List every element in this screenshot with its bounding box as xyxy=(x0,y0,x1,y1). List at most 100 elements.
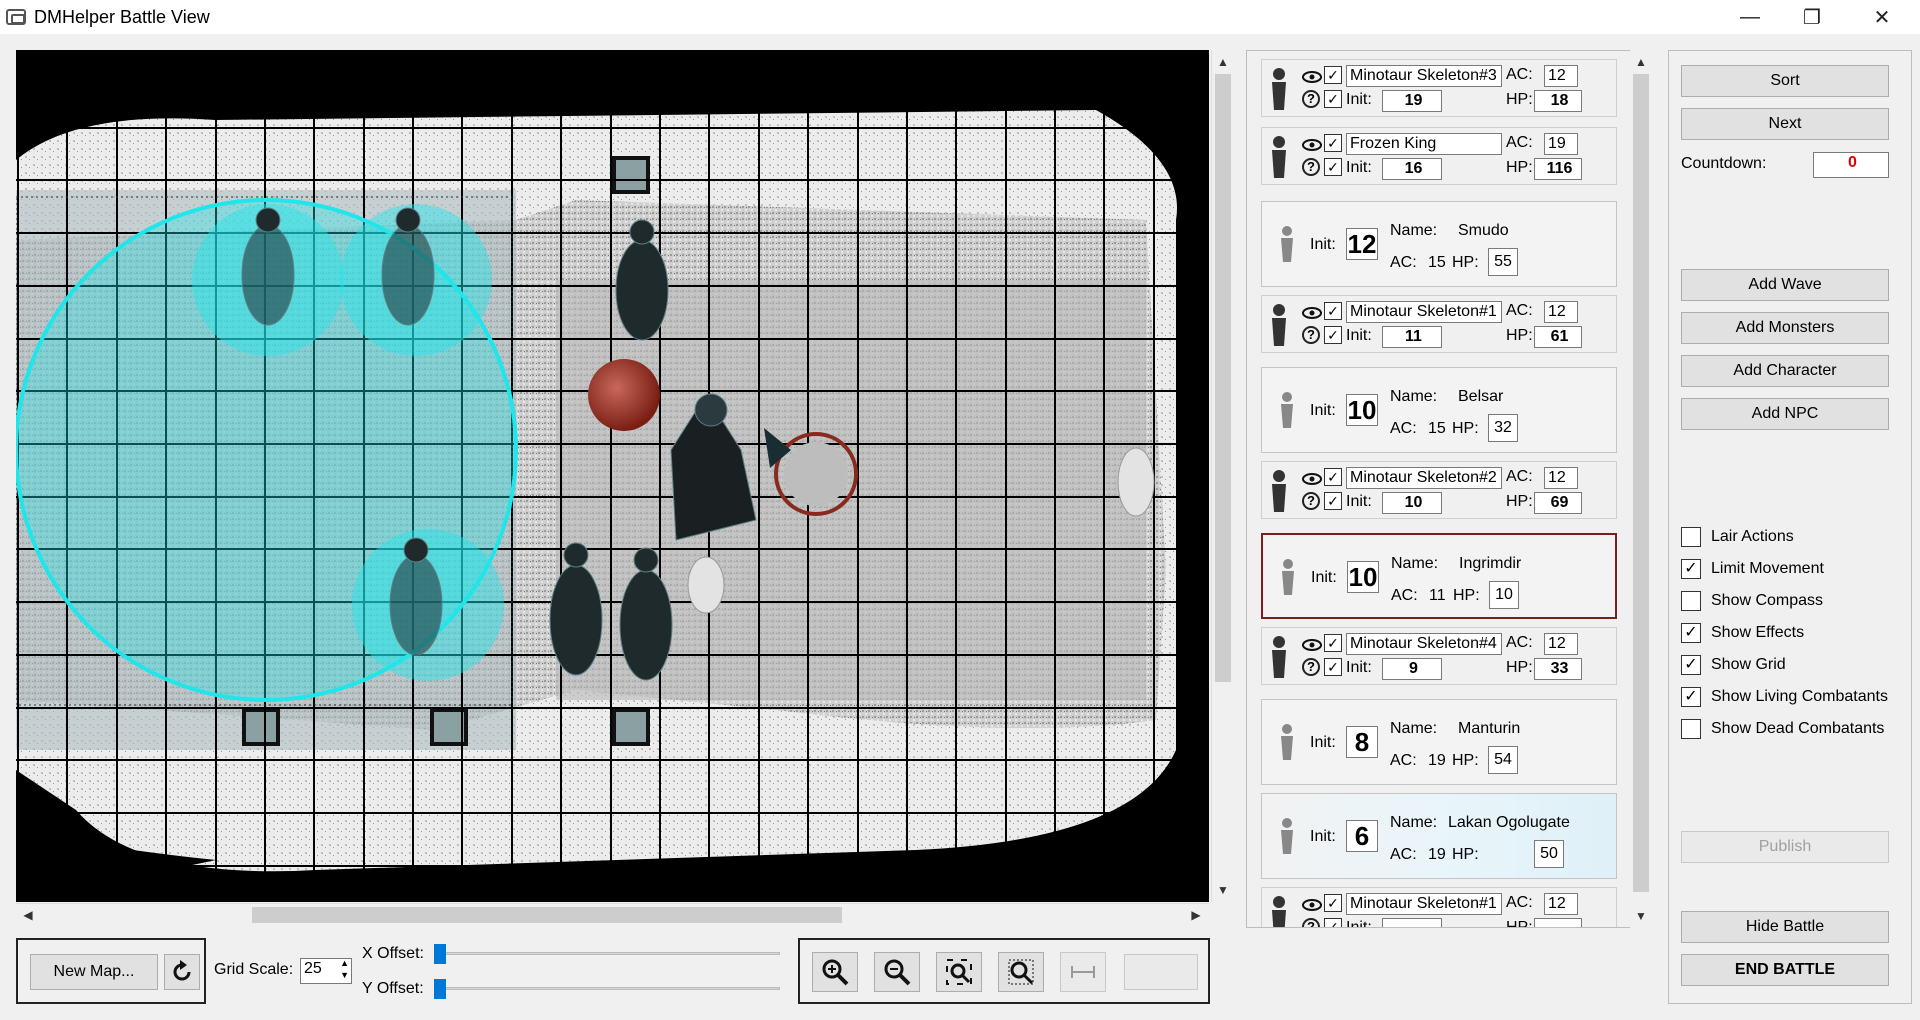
monster-card[interactable]: ✓ Minotaur Skeleton#2 AC: 12? ✓ Init: 10 HP: 69 xyxy=(1261,461,1617,519)
monster-card[interactable]: ✓ Minotaur Skeleton#4 AC: 12? ✓ Init: 9 HP: 33 xyxy=(1261,627,1617,685)
monster-card[interactable]: ✓ Minotaur Skeleton#1 AC: 12? ✓ Init: HP: xyxy=(1261,887,1617,927)
scroll-thumb[interactable] xyxy=(252,907,842,923)
hp-field[interactable]: 18 xyxy=(1534,90,1582,112)
publish-button[interactable]: Publish xyxy=(1681,831,1889,863)
hp-field[interactable]: 61 xyxy=(1534,326,1582,348)
option-show-effects[interactable]: ✓ Show Effects xyxy=(1681,621,1804,645)
minimize-button[interactable]: — xyxy=(1722,0,1778,34)
monster-card[interactable]: ✓ Minotaur Skeleton#1 AC: 12? ✓ Init: 11 HP: 61 xyxy=(1261,295,1617,353)
visible-checkbox[interactable]: ✓ xyxy=(1324,634,1342,652)
monster-name-field[interactable]: Frozen King xyxy=(1346,133,1502,155)
pc-token[interactable] xyxy=(687,556,725,614)
scroll-left-icon[interactable]: ◀ xyxy=(18,905,38,925)
next-button[interactable]: Next xyxy=(1681,108,1889,140)
character-card[interactable]: Init: 12 Name: Smudo AC: 15 HP: 55 xyxy=(1261,201,1617,287)
monster-name-field[interactable]: Minotaur Skeleton#2 xyxy=(1346,467,1502,489)
maximize-button[interactable]: ❐ xyxy=(1784,0,1840,34)
zoom-in-button[interactable] xyxy=(812,952,858,992)
map-horizontal-scrollbar[interactable]: ◀ ▶ xyxy=(16,903,1209,925)
combatant-list-scrollbar[interactable]: ▲ ▼ xyxy=(1630,50,1652,928)
visibility-eye-icon[interactable] xyxy=(1302,898,1322,912)
option-checkbox[interactable]: ✓ xyxy=(1681,687,1701,707)
option-checkbox[interactable]: ✓ xyxy=(1681,655,1701,675)
scroll-down-icon[interactable]: ▼ xyxy=(1213,880,1233,900)
hp-field[interactable]: 55 xyxy=(1488,248,1518,276)
scroll-thumb[interactable] xyxy=(1633,74,1649,892)
y-offset-handle[interactable] xyxy=(434,979,446,999)
ac-field[interactable]: 12 xyxy=(1544,467,1578,489)
option-limit-movement[interactable]: ✓ Limit Movement xyxy=(1681,557,1824,581)
visibility-eye-icon[interactable] xyxy=(1302,306,1322,320)
scroll-up-icon[interactable]: ▲ xyxy=(1631,52,1651,72)
help-icon[interactable]: ? xyxy=(1302,158,1320,176)
monster-name-field[interactable]: Minotaur Skeleton#1 xyxy=(1346,893,1502,915)
hp-field[interactable]: 10 xyxy=(1489,581,1519,609)
option-show-dead-combatants[interactable]: Show Dead Combatants xyxy=(1681,717,1884,741)
character-card[interactable]: Init: 10 Name: Ingrimdir AC: 11 HP: 10 xyxy=(1261,533,1617,619)
help-icon[interactable]: ? xyxy=(1302,326,1320,344)
init-field[interactable]: 11 xyxy=(1382,326,1442,348)
sort-button[interactable]: Sort xyxy=(1681,65,1889,97)
visible-checkbox[interactable]: ✓ xyxy=(1324,134,1342,152)
y-offset-slider[interactable] xyxy=(434,987,780,990)
ac-field[interactable]: 12 xyxy=(1544,893,1578,915)
visibility-eye-icon[interactable] xyxy=(1302,138,1322,152)
option-checkbox[interactable] xyxy=(1681,527,1701,547)
known-checkbox[interactable]: ✓ xyxy=(1324,658,1342,676)
option-show-compass[interactable]: Show Compass xyxy=(1681,589,1823,613)
init-field[interactable]: 6 xyxy=(1346,820,1378,852)
map-canvas[interactable] xyxy=(16,50,1209,902)
character-card[interactable]: Init: 10 Name: Belsar AC: 15 HP: 32 xyxy=(1261,367,1617,453)
visible-checkbox[interactable]: ✓ xyxy=(1324,894,1342,912)
init-field[interactable]: 16 xyxy=(1382,158,1442,180)
monster-card[interactable]: ✓ Frozen King AC: 19? ✓ Init: 16 HP: 116 xyxy=(1261,127,1617,185)
end-battle-button[interactable]: END BATTLE xyxy=(1681,954,1889,986)
hp-field[interactable]: 69 xyxy=(1534,492,1582,514)
x-offset-slider[interactable] xyxy=(434,952,780,955)
character-card[interactable]: Init: 8 Name: Manturin AC: 19 HP: 54 xyxy=(1261,699,1617,785)
option-show-grid[interactable]: ✓ Show Grid xyxy=(1681,653,1786,677)
monster-name-field[interactable]: Minotaur Skeleton#1 xyxy=(1346,301,1502,323)
character-card[interactable]: Init: 6 Name: Lakan Ogolugate AC: 19 HP: 50 xyxy=(1261,793,1617,879)
red-token[interactable] xyxy=(588,359,660,431)
countdown-value[interactable]: 0 xyxy=(1813,152,1889,178)
init-field[interactable] xyxy=(1382,918,1442,927)
option-lair-actions[interactable]: Lair Actions xyxy=(1681,525,1794,549)
ac-field[interactable]: 12 xyxy=(1544,65,1578,87)
zoom-fit-button[interactable] xyxy=(936,952,982,992)
monster-name-field[interactable]: Minotaur Skeleton#4 xyxy=(1346,633,1502,655)
ac-field[interactable]: 19 xyxy=(1544,133,1578,155)
option-checkbox[interactable] xyxy=(1681,719,1701,739)
measure-button[interactable] xyxy=(1060,952,1106,992)
scroll-thumb[interactable] xyxy=(1215,74,1231,682)
option-checkbox[interactable]: ✓ xyxy=(1681,623,1701,643)
ac-field[interactable]: 12 xyxy=(1544,301,1578,323)
known-checkbox[interactable]: ✓ xyxy=(1324,918,1342,927)
visible-checkbox[interactable]: ✓ xyxy=(1324,468,1342,486)
visibility-eye-icon[interactable] xyxy=(1302,70,1322,84)
refresh-button[interactable] xyxy=(164,954,200,990)
init-field[interactable]: 19 xyxy=(1382,90,1442,112)
known-checkbox[interactable]: ✓ xyxy=(1324,326,1342,344)
init-field[interactable]: 10 xyxy=(1347,561,1379,593)
battle-map[interactable] xyxy=(16,50,1209,902)
pc-token[interactable] xyxy=(1117,447,1155,517)
known-checkbox[interactable]: ✓ xyxy=(1324,158,1342,176)
init-field[interactable]: 10 xyxy=(1346,394,1378,426)
ac-field[interactable]: 12 xyxy=(1544,633,1578,655)
init-field[interactable]: 8 xyxy=(1346,726,1378,758)
visible-checkbox[interactable]: ✓ xyxy=(1324,302,1342,320)
hp-field[interactable] xyxy=(1534,918,1582,927)
zoom-select-button[interactable] xyxy=(998,952,1044,992)
help-icon[interactable]: ? xyxy=(1302,90,1320,108)
option-checkbox[interactable] xyxy=(1681,591,1701,611)
known-checkbox[interactable]: ✓ xyxy=(1324,492,1342,510)
add-wave-button[interactable]: Add Wave xyxy=(1681,269,1889,301)
hide-battle-button[interactable]: Hide Battle xyxy=(1681,911,1889,943)
help-icon[interactable]: ? xyxy=(1302,918,1320,927)
add-character-button[interactable]: Add Character xyxy=(1681,355,1889,387)
scroll-right-icon[interactable]: ▶ xyxy=(1186,905,1206,925)
visible-checkbox[interactable]: ✓ xyxy=(1324,66,1342,84)
help-icon[interactable]: ? xyxy=(1302,658,1320,676)
zoom-out-button[interactable] xyxy=(874,952,920,992)
